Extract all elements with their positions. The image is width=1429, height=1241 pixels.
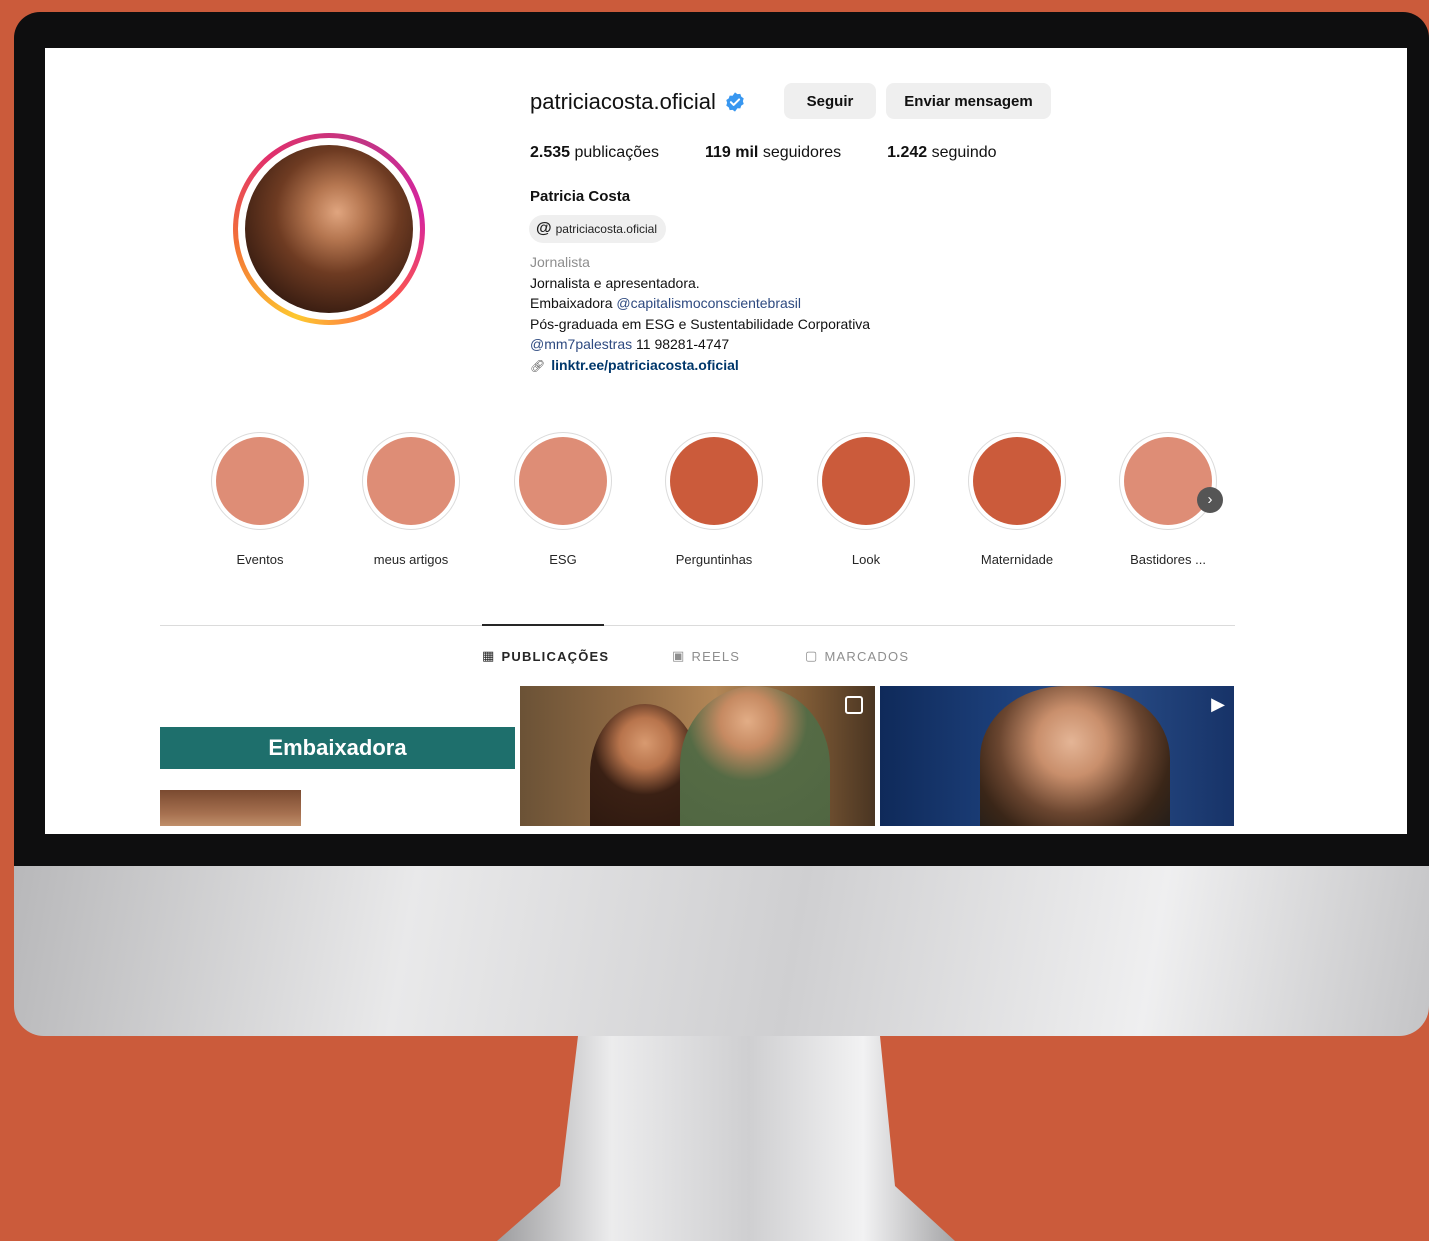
following-stat[interactable]: 1.242 seguindo <box>887 144 996 162</box>
bio-line-1: Jornalista e apresentadora. <box>530 274 700 291</box>
highlight-item[interactable]: Look <box>806 432 926 567</box>
external-link[interactable]: linktr.ee/patriciacosta.oficial <box>551 357 739 373</box>
category: Jornalista <box>530 254 590 270</box>
bio-line-3: Pós-graduada em ESG e Sustentabilidade C… <box>530 315 871 332</box>
verified-badge-icon <box>726 92 744 112</box>
threads-handle: patriciacosta.oficial <box>555 222 657 236</box>
following-count: 1.242 <box>887 144 928 161</box>
highlight-cover <box>670 437 758 525</box>
tab-reels[interactable]: ▣ REELS <box>672 648 740 664</box>
threads-badge[interactable]: @ patriciacosta.oficial <box>529 215 666 243</box>
highlight-cover <box>367 437 455 525</box>
tab-posts-label: PUBLICAÇÕES <box>501 648 610 664</box>
bio: Jornalista Jornalista e apresentadora. E… <box>530 252 870 376</box>
highlight-item[interactable]: meus artigos <box>351 432 471 567</box>
following-label: seguindo <box>927 144 997 161</box>
monitor-stand <box>497 1036 955 1241</box>
tab-divider <box>160 625 1235 626</box>
post-photo-person <box>680 686 830 826</box>
full-name: Patricia Costa <box>530 188 631 205</box>
highlight-item[interactable]: ESG <box>503 432 623 567</box>
profile-stats: 2.535 publicações 119 mil seguidores 1.2… <box>530 144 997 162</box>
posts-label: publicações <box>570 144 659 161</box>
highlight-cover <box>1124 437 1212 525</box>
username-row: patriciacosta.oficial <box>530 84 746 120</box>
highlight-item[interactable]: Eventos <box>200 432 320 567</box>
tagged-icon: ▢ <box>805 648 819 663</box>
avatar <box>245 145 413 313</box>
mention-link[interactable]: @mm7palestras <box>530 336 632 352</box>
link-icon: 🔗︎ <box>530 358 546 373</box>
threads-icon: @ <box>536 220 552 237</box>
highlight-cover <box>519 437 607 525</box>
tab-tagged-label: MARCADOS <box>824 648 910 664</box>
highlight-label: Perguntinhas <box>675 552 753 567</box>
carousel-icon <box>845 696 863 714</box>
bio-line-2: Embaixadora @capitalismoconscientebrasil <box>530 293 870 314</box>
highlight-item[interactable]: Maternidade <box>957 432 1077 567</box>
active-tab-indicator <box>482 624 604 626</box>
follow-button[interactable]: Seguir <box>784 83 876 119</box>
reels-icon: ▶︎ <box>1211 694 1225 714</box>
post-thumbnail[interactable]: Embaixadora <box>160 686 515 826</box>
tab-tagged[interactable]: ▢ MARCADOS <box>805 648 909 664</box>
post-thumbnail[interactable] <box>520 686 875 826</box>
instagram-profile-screen: patriciacosta.oficial Seguir Enviar mens… <box>45 48 1407 834</box>
tab-reels-label: REELS <box>691 648 741 664</box>
posts-count: 2.535 <box>530 144 571 161</box>
highlight-label: meus artigos <box>373 552 449 567</box>
highlight-label: ESG <box>549 552 577 567</box>
highlight-label: Maternidade <box>980 552 1054 567</box>
post-photo-person <box>980 686 1170 826</box>
post-banner-text: Embaixadora <box>160 727 515 769</box>
external-link-row[interactable]: 🔗︎ linktr.ee/patriciacosta.oficial <box>530 355 870 377</box>
story-ring[interactable] <box>233 133 425 325</box>
followers-count: 119 mil <box>705 144 759 161</box>
highlight-label: Look <box>851 552 881 567</box>
bio-line-4: @mm7palestras 11 98281-4747 <box>530 334 870 355</box>
highlight-item[interactable]: Perguntinhas <box>654 432 774 567</box>
highlight-cover <box>973 437 1061 525</box>
username: patriciacosta.oficial <box>530 89 716 114</box>
highlight-cover <box>216 437 304 525</box>
post-inset-photo <box>160 790 301 826</box>
mention-link[interactable]: @capitalismoconscientebrasil <box>616 295 801 311</box>
chevron-right-icon[interactable]: › <box>1197 487 1223 513</box>
bio-line-2-text: Embaixadora <box>530 295 617 311</box>
tab-posts[interactable]: ▦ PUBLICAÇÕES <box>482 648 609 664</box>
post-thumbnail[interactable]: ▶︎ <box>880 686 1234 826</box>
followers-stat[interactable]: 119 mil seguidores <box>705 144 841 162</box>
highlight-cover <box>822 437 910 525</box>
monitor-chin <box>14 866 1429 1036</box>
highlight-label: Bastidores ... <box>1130 552 1206 567</box>
followers-label: seguidores <box>758 144 842 161</box>
grid-icon: ▦ <box>482 648 496 663</box>
reels-icon: ▣ <box>672 648 686 663</box>
posts-stat[interactable]: 2.535 publicações <box>530 144 659 162</box>
send-message-button[interactable]: Enviar mensagem <box>886 83 1051 119</box>
bio-line-4-text: 11 98281-4747 <box>632 336 730 352</box>
highlight-label: Eventos <box>236 552 284 567</box>
